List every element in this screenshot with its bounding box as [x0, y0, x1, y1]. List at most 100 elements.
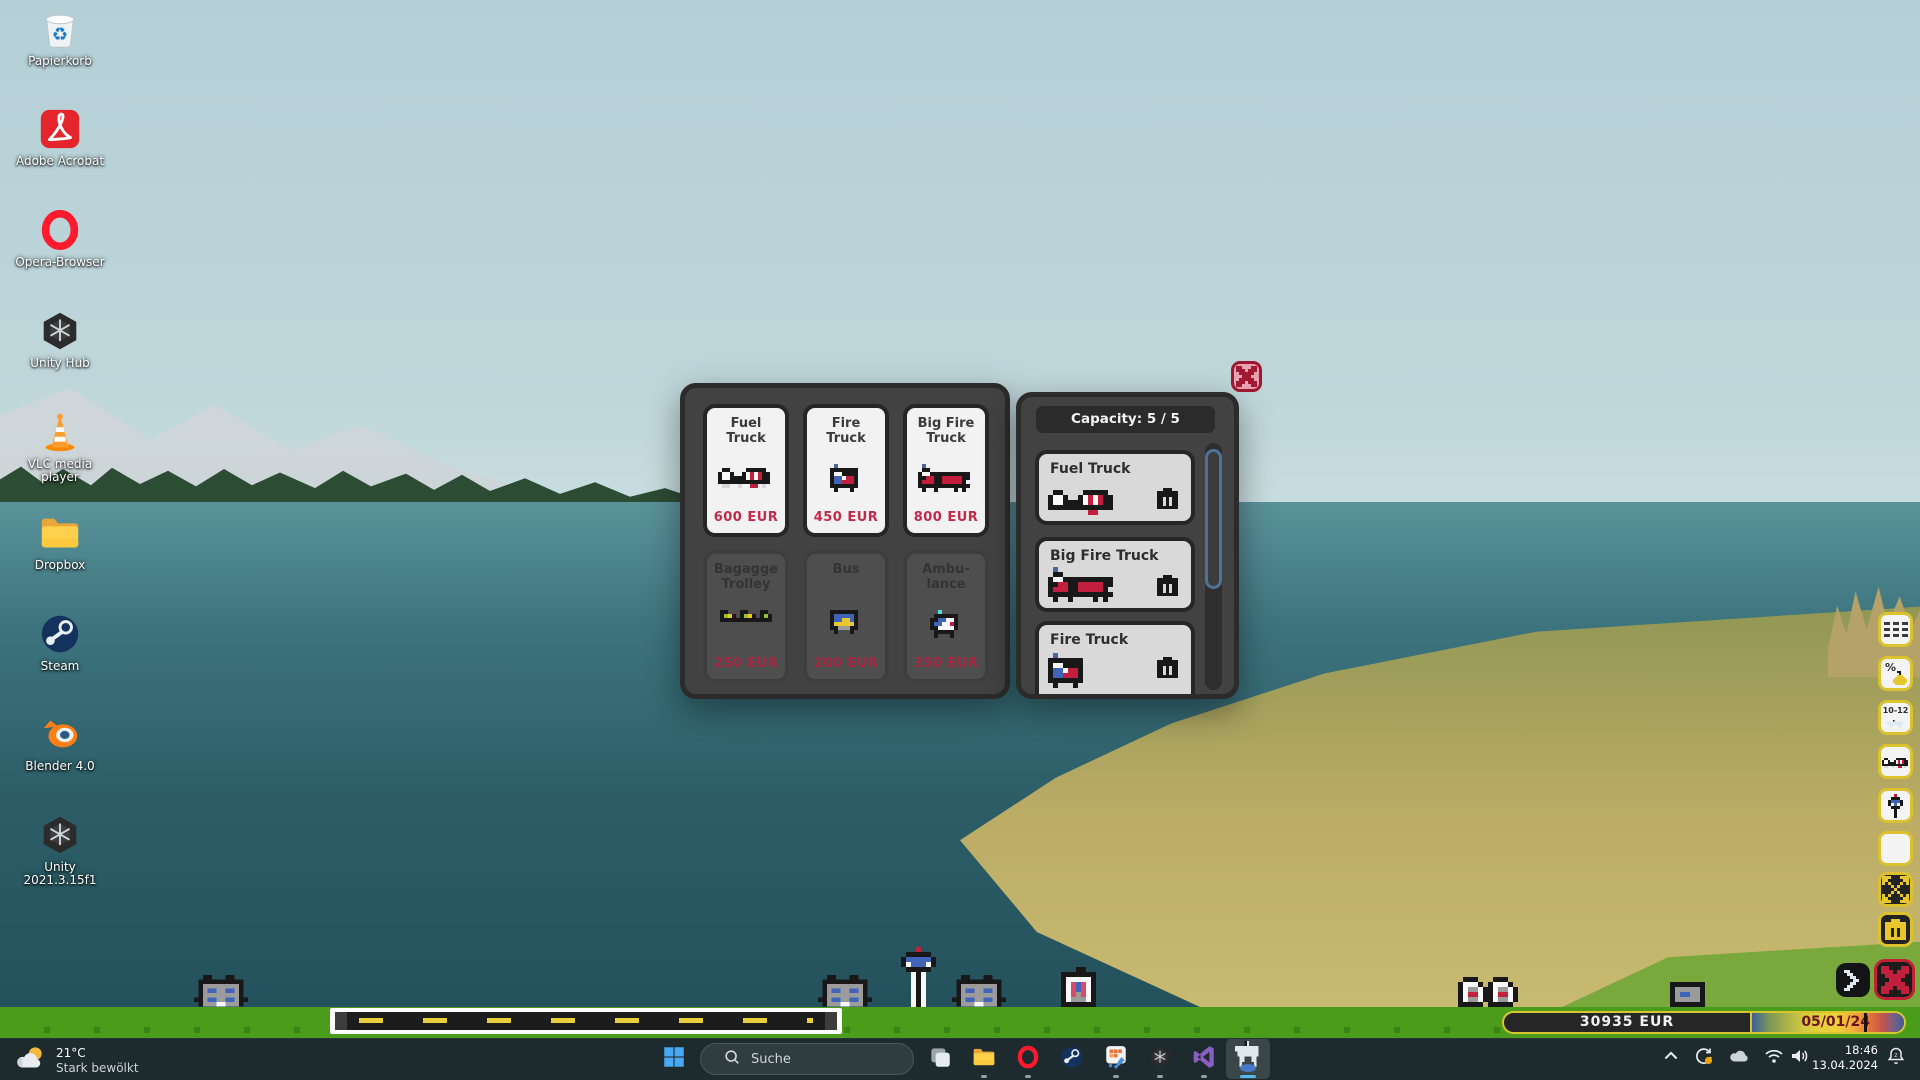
shop-card-fuel-truck[interactable]: Fuel Truck 600 EUR [703, 404, 789, 537]
wifi-tray-icon[interactable] [1762, 1046, 1786, 1070]
garage-item-fire-truck[interactable]: Fire Truck [1035, 621, 1195, 699]
running-indicator [1157, 1075, 1163, 1078]
desktop-icon-vlc[interactable]: VLC media player [8, 409, 112, 484]
shop-card-bus[interactable]: Bus 200 EUR [803, 550, 889, 683]
toolbar-departures-board-button[interactable] [1878, 612, 1913, 647]
recycle-bin-icon: ♻ [37, 6, 83, 52]
desktop-icon-opera[interactable]: Opera-Browser [8, 207, 112, 269]
shop-card-big-fire-truck[interactable]: Big Fire Truck 800 EUR [903, 404, 989, 537]
desktop-icon-steam[interactable]: Steam [8, 611, 112, 673]
weather-icon [14, 1042, 48, 1080]
toolbar-vehicles-button[interactable] [1878, 744, 1913, 779]
moneybag-icon [1893, 671, 1907, 685]
desktop-icon-blender[interactable]: Blender 4.0 [8, 711, 112, 773]
steam-icon [37, 611, 83, 657]
visual-studio-taskbar-button[interactable] [1182, 1039, 1226, 1079]
departures-board-icon [1884, 622, 1908, 637]
money-display: 30935 EUR [1504, 1013, 1752, 1032]
desktop-icon-label: Unity 2021.3.15f1 [8, 861, 112, 887]
weather-condition: Stark bewölkt [56, 1061, 139, 1076]
shop-item-name: Bus [807, 562, 885, 577]
fire-station-sprite [1056, 967, 1101, 1007]
desktop-icon-label: VLC media player [8, 458, 112, 484]
acrobat-icon [37, 106, 83, 152]
delete-vehicle-button[interactable] [1154, 657, 1181, 678]
desktop-icon-unity-hub[interactable]: Unity Hub [8, 308, 112, 370]
steam-icon [1059, 1044, 1085, 1074]
desktop-icon-adobe-acrobat[interactable]: Adobe Acrobat [8, 106, 112, 168]
search-placeholder: Suche [751, 1052, 791, 1067]
toolbar-next-button[interactable] [1836, 963, 1870, 997]
visual-studio-icon [1191, 1044, 1217, 1074]
garage-item-name: Big Fire Truck [1050, 548, 1159, 564]
vlc-icon [37, 409, 83, 455]
opera-icon [37, 207, 83, 253]
svg-text:z: z [1894, 1051, 1898, 1059]
toolbar-flight-schedule-button[interactable]: 10-12 [1878, 700, 1913, 735]
toolbar-expand-button[interactable] [1878, 872, 1913, 907]
toolbar-terminal-button[interactable] [1878, 831, 1913, 866]
opera-taskbar-button[interactable] [1006, 1039, 1050, 1079]
shop-item-price: 450 EUR [807, 510, 885, 525]
toolbar-finances-button[interactable]: % [1878, 656, 1913, 691]
task-view-icon [927, 1044, 953, 1074]
unity-taskbar-button[interactable] [1138, 1039, 1182, 1079]
big-fire-truck-sprite [918, 464, 974, 492]
blender-icon [37, 711, 83, 757]
unity-icon [37, 812, 83, 858]
steam-taskbar-button[interactable] [1050, 1039, 1094, 1079]
shop-item-price: 200 EUR [807, 656, 885, 671]
cloud-icon [1729, 1046, 1749, 1070]
delete-vehicle-button[interactable] [1154, 488, 1181, 509]
fuel-truck-sprite [718, 464, 774, 488]
file-explorer-button[interactable] [962, 1039, 1006, 1079]
notification-bell[interactable]: z [1884, 1046, 1908, 1070]
game-road-surface [335, 1012, 837, 1030]
shop-card-ambulance[interactable]: Ambu-lance 350 EUR [903, 550, 989, 683]
shop-card-baggage-trolley[interactable]: Bagagge Trolley 250 EUR [703, 550, 789, 683]
shop-item-name: Ambu-lance [907, 562, 985, 592]
opera-icon [1015, 1044, 1041, 1074]
garage-scrollbar-thumb[interactable] [1205, 449, 1222, 589]
desktop-icon-dropbox[interactable]: Dropbox [8, 510, 112, 572]
running-indicator [1201, 1075, 1207, 1078]
shop-item-price: 350 EUR [907, 656, 985, 671]
fire-truck-sprite [1048, 653, 1088, 688]
capacity-badge: Capacity: 5 / 5 [1036, 406, 1215, 433]
garage-item-big-fire-truck[interactable]: Big Fire Truck [1035, 537, 1195, 612]
shop-item-name: Fire Truck [807, 416, 885, 446]
desktop-icon-label: Dropbox [8, 559, 112, 572]
pixel-editor-taskbar-button[interactable] [1094, 1039, 1138, 1079]
garage-panel: Capacity: 5 / 5 Fuel Truck Big Fire Truc… [1016, 392, 1239, 699]
volume-tray-icon[interactable] [1788, 1046, 1812, 1070]
taskbar-clock[interactable]: 18:46 13.04.2024 [1812, 1043, 1878, 1073]
search-box[interactable]: Suche [700, 1043, 914, 1075]
airport-game-icon-blob [1240, 1064, 1256, 1072]
chevron-right-icon [1844, 970, 1862, 991]
toolbar-close-button[interactable] [1874, 959, 1915, 1000]
task-view-button[interactable] [918, 1039, 962, 1079]
taskbar-weather-widget[interactable]: 21°C Stark bewölkt [14, 1042, 139, 1080]
toolbar-demolish-button[interactable] [1878, 912, 1913, 947]
game-road [330, 1008, 842, 1034]
shop-item-name: Bagagge Trolley [707, 562, 785, 592]
hidden-icons-chevron[interactable] [1660, 1046, 1682, 1070]
airport-game-taskbar-button[interactable] [1226, 1039, 1270, 1079]
expand-arrows-icon [1882, 876, 1909, 903]
garage-scrollbar-track[interactable] [1205, 443, 1222, 690]
active-running-indicator [1240, 1075, 1256, 1078]
delete-vehicle-button[interactable] [1154, 575, 1181, 596]
desktop-icon-papierkorb[interactable]: ♻ Papierkorb [8, 6, 112, 68]
sync-tray-icon[interactable] [1692, 1046, 1716, 1070]
big-fire-truck-sprite [1048, 567, 1118, 602]
unity-icon [37, 308, 83, 354]
toolbar-tower-button[interactable] [1878, 788, 1913, 823]
fuel-tanks-sprite [1458, 977, 1523, 1007]
shop-card-fire-truck[interactable]: Fire Truck 450 EUR [803, 404, 889, 537]
desktop-icon-unity-editor[interactable]: Unity 2021.3.15f1 [8, 812, 112, 887]
close-dialog-button[interactable] [1231, 361, 1262, 392]
start-button[interactable] [652, 1039, 696, 1079]
garage-item-fuel-truck[interactable]: Fuel Truck [1035, 450, 1195, 525]
running-indicator [1025, 1075, 1031, 1078]
onedrive-tray-icon[interactable] [1726, 1046, 1752, 1070]
